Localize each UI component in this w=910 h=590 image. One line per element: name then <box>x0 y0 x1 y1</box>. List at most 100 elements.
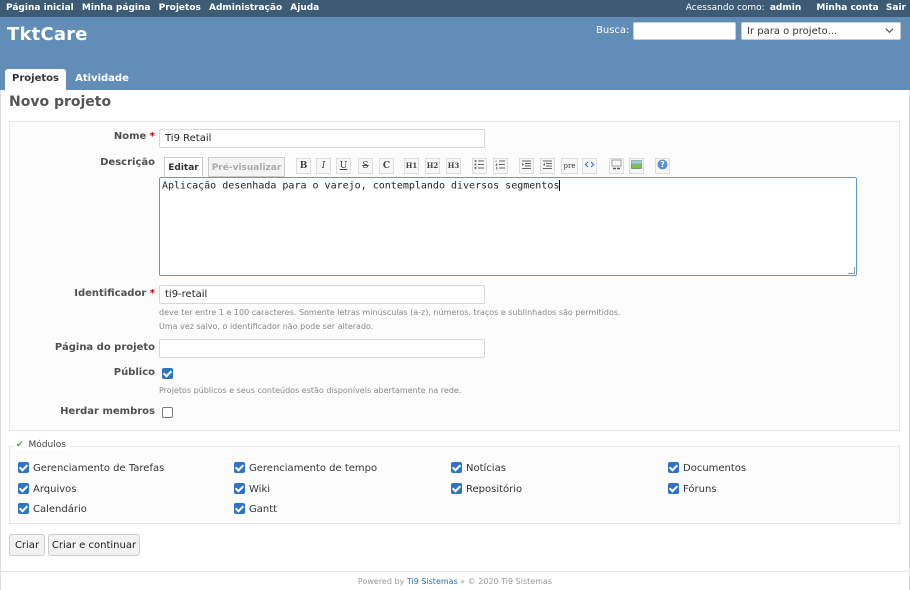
toolbar-italic-button[interactable]: I <box>316 158 331 174</box>
name-label-text: Nome <box>113 131 147 142</box>
name-input[interactable]: Ti9 Retail <box>159 129 485 148</box>
module-checkbox[interactable] <box>451 462 462 473</box>
module-label: Wiki <box>249 484 271 495</box>
identifier-label: Identificador * <box>5 288 155 299</box>
description-text: Aplicação desenhada para o varejo, conte… <box>162 180 560 192</box>
top-menu-left: Página inicial Minha página Projetos Adm… <box>6 3 324 13</box>
image-icon[interactable] <box>629 158 644 174</box>
menu-my-page-link[interactable]: Minha página <box>82 3 151 13</box>
modules-legend[interactable]: ✔ Módulos <box>14 440 70 450</box>
unquote-icon[interactable] <box>540 158 555 174</box>
tab-projects[interactable]: Projetos <box>5 69 66 90</box>
required-marker: * <box>149 288 155 299</box>
user-link[interactable]: admin <box>770 3 801 13</box>
homepage-input[interactable] <box>159 339 485 358</box>
toolbar-strike-button[interactable]: S <box>358 158 373 174</box>
module-item[interactable]: Gerenciamento de Tarefas <box>18 462 164 474</box>
resize-handle[interactable] <box>848 267 855 274</box>
module-item[interactable]: Fóruns <box>668 483 717 495</box>
link-icon[interactable] <box>609 158 624 174</box>
module-item[interactable]: Repositório <box>451 483 522 495</box>
text-caret <box>559 180 561 191</box>
project-jump-select[interactable]: Ir para o projeto... <box>741 22 901 40</box>
toolbar-pre-button[interactable]: pre <box>561 158 578 174</box>
module-item[interactable]: Arquivos <box>18 483 77 495</box>
module-checkbox[interactable] <box>18 483 29 494</box>
code-icon[interactable] <box>582 158 597 174</box>
menu-admin-link[interactable]: Administração <box>209 3 282 13</box>
identifier-input[interactable]: ti9-retail <box>159 285 485 304</box>
module-item[interactable]: Notícias <box>451 462 506 474</box>
module-checkbox[interactable] <box>18 462 29 473</box>
menu-home-link[interactable]: Página inicial <box>6 3 74 13</box>
module-checkbox[interactable] <box>668 462 679 473</box>
tab-activity[interactable]: Atividade <box>70 69 134 90</box>
blockquote-icon[interactable] <box>519 158 534 174</box>
module-item[interactable]: Wiki <box>234 483 270 495</box>
description-textarea[interactable]: Aplicação desenhada para o varejo, conte… <box>159 177 857 276</box>
logout-link[interactable]: Sair <box>886 3 906 13</box>
homepage-label: Página do projeto <box>54 342 155 353</box>
svg-text:?: ? <box>660 160 664 169</box>
footer-powered: Powered by <box>357 577 405 586</box>
app-title[interactable]: TktCare <box>7 24 88 45</box>
module-checkbox[interactable] <box>18 503 29 514</box>
module-checkbox[interactable] <box>234 503 245 514</box>
help-icon[interactable]: ? <box>655 158 670 174</box>
module-checkbox[interactable] <box>451 483 462 494</box>
chevron-down-icon <box>885 26 894 38</box>
toolbar-h1-button[interactable]: H1 <box>404 158 419 174</box>
menu-help-link[interactable]: Ajuda <box>290 3 319 13</box>
module-label: Documentos <box>683 463 747 474</box>
top-menu: Página inicial Minha página Projetos Adm… <box>0 0 910 17</box>
module-label: Gerenciamento de Tarefas <box>33 463 165 474</box>
inherit-members-checkbox[interactable] <box>162 407 173 418</box>
module-item[interactable]: Gerenciamento de tempo <box>234 462 377 474</box>
header: TktCare Busca: Ir para o projeto... <box>0 17 910 90</box>
toolbar-h2-button[interactable]: H2 <box>425 158 440 174</box>
my-account-link[interactable]: Minha conta <box>816 3 878 13</box>
module-label: Notícias <box>466 463 506 474</box>
menu-projects-link[interactable]: Projetos <box>159 3 201 13</box>
project-jump-label: Ir para o projeto... <box>747 26 838 37</box>
module-checkbox[interactable] <box>234 483 245 494</box>
public-hint: Projetos públicos e seus conteúdos estão… <box>159 386 462 395</box>
module-item[interactable]: Gantt <box>234 503 277 515</box>
create-button[interactable]: Criar <box>9 534 45 556</box>
toolbar-code-button[interactable]: C <box>379 158 394 174</box>
identifier-label-text: Identificador <box>74 288 147 299</box>
editor-tab-edit[interactable]: Editar <box>164 157 203 177</box>
toolbar-h3-button[interactable]: H3 <box>446 158 461 174</box>
module-label: Gantt <box>249 504 278 515</box>
identifier-hint-2: Uma vez salvo, o identificador não pode … <box>159 322 374 331</box>
module-label: Fóruns <box>683 484 717 495</box>
module-checkbox[interactable] <box>234 462 245 473</box>
search-label: Busca: <box>596 25 630 36</box>
module-label: Repositório <box>466 484 523 495</box>
name-label: Nome * <box>5 131 155 142</box>
module-label: Arquivos <box>33 484 77 495</box>
create-continue-button[interactable]: Criar e continuar <box>48 534 140 556</box>
unordered-list-icon[interactable] <box>472 158 487 174</box>
identifier-hint: deve ter entre 1 e 100 caracteres. Somen… <box>159 308 621 317</box>
module-item[interactable]: Documentos <box>668 462 746 474</box>
required-marker: * <box>149 131 155 142</box>
public-checkbox[interactable] <box>162 368 173 379</box>
ordered-list-icon[interactable] <box>493 158 508 174</box>
checkmark-icon: ✔ <box>16 440 24 450</box>
logged-as-label: Acessando como: <box>685 3 765 13</box>
description-label: Descrição <box>100 157 155 168</box>
toolbar-bold-button[interactable]: B <box>296 158 311 174</box>
module-label: Calendário <box>33 504 87 515</box>
page-title: Novo projeto <box>9 94 112 110</box>
inherit-members-label: Herdar membros <box>60 406 155 417</box>
editor-tab-preview[interactable]: Pré-visualizar <box>208 157 285 177</box>
module-checkbox[interactable] <box>668 483 679 494</box>
modules-legend-text: Módulos <box>28 440 66 450</box>
footer-copyright: » © 2020 Ti9 Sistemas <box>460 577 553 586</box>
module-item[interactable]: Calendário <box>18 503 87 515</box>
footer-link[interactable]: Ti9 Sistemas <box>407 577 458 586</box>
toolbar-underline-button[interactable]: U <box>336 158 351 174</box>
public-label: Público <box>113 367 155 378</box>
search-input[interactable] <box>633 22 736 40</box>
